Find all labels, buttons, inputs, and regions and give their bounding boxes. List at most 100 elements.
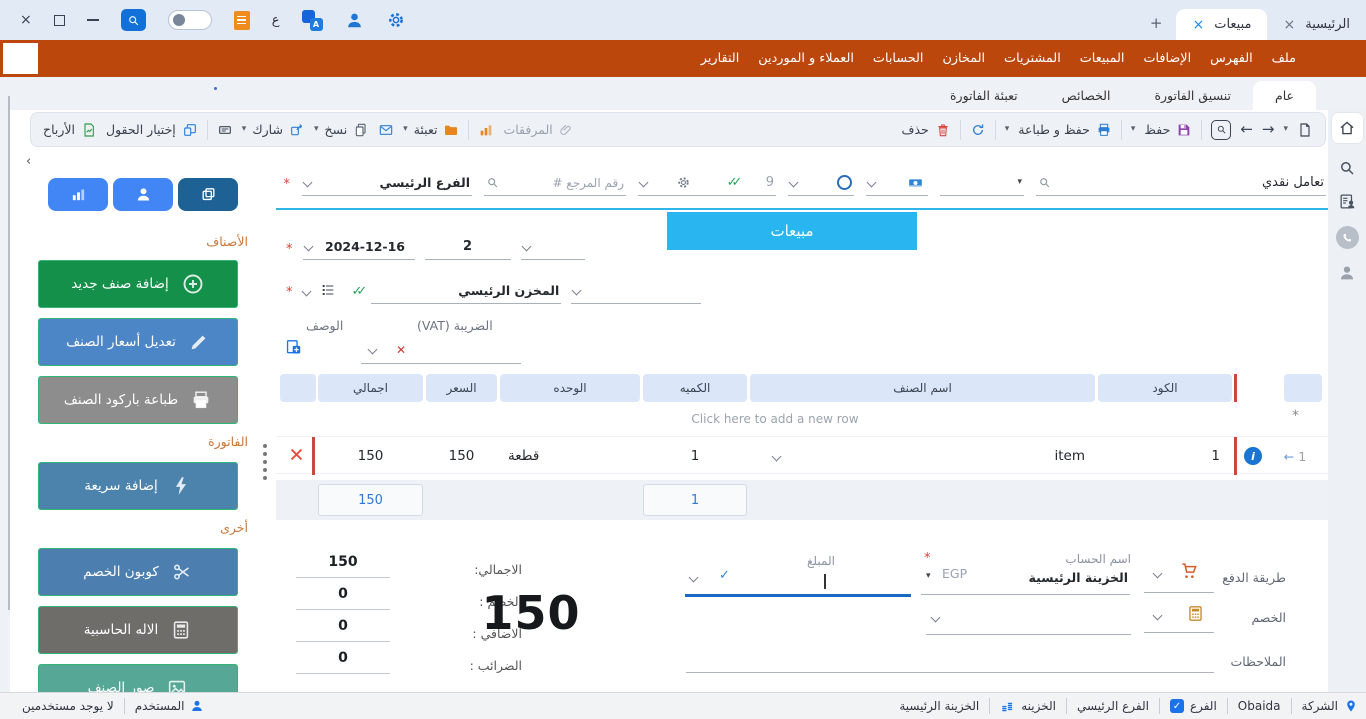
menu-purchases[interactable]: المشتريات	[1004, 51, 1061, 66]
delete-button[interactable]: حذف	[901, 122, 950, 138]
save-dropdown-icon[interactable]: ▾	[1131, 125, 1136, 134]
save-button[interactable]: حفظ	[1144, 122, 1192, 138]
warehouse-extra-select[interactable]	[571, 278, 701, 304]
rail-search-icon[interactable]	[1338, 159, 1356, 177]
add-tax-icon[interactable]	[284, 338, 303, 357]
menu-addons[interactable]: الإضافات	[1143, 51, 1191, 66]
tab-sales[interactable]: مبيعات ×	[1176, 9, 1267, 40]
table-header-unit[interactable]: الوحده	[500, 374, 640, 402]
delete-row-x-icon[interactable]	[284, 446, 308, 463]
attachments-button[interactable]: المرفقات	[503, 122, 572, 137]
status-user[interactable]: المستخدم	[135, 699, 205, 713]
settings-gear-icon[interactable]	[386, 10, 406, 30]
save-print-dropdown-icon[interactable]: ▾	[1005, 125, 1010, 134]
mail-envelope-icon[interactable]	[378, 122, 394, 138]
discount-account-chevron-icon[interactable]	[931, 613, 941, 623]
status-branch[interactable]: الفرع ✓	[1170, 699, 1217, 713]
currency-caret-icon[interactable]: ▾	[926, 572, 931, 581]
items-mini-button[interactable]	[178, 178, 238, 211]
copy-dropdown-icon[interactable]: ▾	[314, 125, 319, 134]
cell-price[interactable]: 150	[426, 437, 497, 475]
global-search-button[interactable]	[121, 9, 146, 31]
forward-arrow-icon[interactable]: →	[1262, 122, 1275, 137]
statistics-chart-icon[interactable]	[478, 122, 494, 138]
payment-method-chevron-icon[interactable]	[1153, 569, 1163, 579]
menu-index[interactable]: الفهرس	[1210, 51, 1253, 66]
table-row[interactable]: 150 150 قطعة 1 item 1 i ← 1	[276, 436, 1328, 474]
new-document-icon[interactable]	[1297, 122, 1313, 138]
branch-select[interactable]: الفرع الرئيسي	[302, 170, 472, 196]
add-new-item-button[interactable]: إضافة صنف جديد	[38, 260, 238, 308]
tax-select-field[interactable]: ✕	[361, 336, 521, 364]
warehouse-field[interactable]: المخزن الرئيسي	[371, 278, 561, 304]
share-dropdown-icon[interactable]: ▾	[242, 125, 247, 134]
customer-search-icon[interactable]	[1038, 176, 1051, 189]
cell-qty[interactable]: 1	[643, 437, 747, 475]
theme-toggle[interactable]	[168, 10, 212, 30]
language-label[interactable]: ع	[272, 13, 280, 28]
add-row-hint[interactable]: Click here to add a new row	[318, 404, 1232, 434]
table-header-qty[interactable]: الكميه	[643, 374, 747, 402]
amount-field-underline[interactable]	[685, 594, 911, 597]
user-icon[interactable]	[345, 11, 364, 30]
menu-accounts[interactable]: الحسابات	[873, 51, 924, 66]
zoom-search-icon[interactable]	[1211, 120, 1231, 140]
device-printer-icon[interactable]	[217, 122, 233, 138]
minimize-icon[interactable]	[87, 19, 99, 21]
rail-invoice-list-icon[interactable]	[1338, 192, 1357, 211]
quick-add-button[interactable]: إضافة سريعة	[38, 462, 238, 510]
price-list-select[interactable]: ▾	[940, 170, 1024, 196]
share-button[interactable]: شارك ▾	[242, 122, 305, 138]
print-item-barcode-button[interactable]: طباعة باركود الصنف	[38, 376, 238, 424]
clear-tax-x-icon[interactable]: ✕	[396, 344, 406, 356]
number-series-select[interactable]	[521, 234, 585, 260]
menu-clients-suppliers[interactable]: العملاء و الموردين	[758, 51, 854, 66]
fill-button[interactable]: تعبئة ▾	[403, 122, 459, 138]
field-gear-icon[interactable]	[676, 175, 691, 190]
save-print-button[interactable]: حفظ و طباعة	[1018, 122, 1112, 138]
reference-search-icon[interactable]	[486, 176, 499, 189]
back-arrow-icon[interactable]: ←	[1240, 122, 1253, 137]
menu-reports[interactable]: التقارير	[701, 51, 740, 66]
tax-status-field[interactable]: 9 ✓✓	[638, 170, 776, 196]
date-field[interactable]: 2024-12-16	[303, 234, 415, 260]
invoice-number-field[interactable]: 2	[425, 234, 511, 260]
maximize-icon[interactable]	[54, 15, 65, 26]
table-header-total[interactable]: اجمالي	[318, 374, 423, 402]
reference-number-field[interactable]: رقم المرجع #	[484, 170, 626, 196]
menu-file[interactable]: ملف	[1272, 51, 1296, 66]
cell-name[interactable]: item	[750, 437, 1085, 475]
calculator-coins-icon[interactable]	[1186, 604, 1205, 623]
amount-check-icon[interactable]: ✓	[719, 568, 730, 583]
discount-coupon-button[interactable]: كوبون الخصم	[38, 548, 238, 596]
menu-list-icon[interactable]	[234, 11, 250, 30]
view-tab-invoice-fill[interactable]: تعبئة الفاتورة	[928, 81, 1040, 110]
customer-field[interactable]: تعامل نقدي	[1036, 170, 1326, 196]
view-tab-invoice-format[interactable]: تنسيق الفاتورة	[1132, 81, 1253, 110]
discount-total-value[interactable]: 0	[296, 586, 390, 610]
close-window-icon[interactable]: ×	[20, 12, 32, 28]
taxes-value[interactable]: 0	[296, 650, 390, 674]
row-info-icon[interactable]: i	[1244, 447, 1262, 465]
view-tab-general[interactable]: عام	[1253, 81, 1316, 110]
calculator-button[interactable]: الاله الحاسبية	[38, 606, 238, 654]
status-treasury[interactable]: الخزينه	[1000, 699, 1056, 714]
rail-user-icon[interactable]	[1338, 264, 1356, 282]
table-header-price[interactable]: السعر	[426, 374, 497, 402]
choose-fields-button[interactable]: إختيار الحقول	[106, 122, 198, 138]
profits-button[interactable]: الأرباح	[43, 122, 97, 138]
table-header-name[interactable]: اسم الصنف	[750, 374, 1095, 402]
additional-value[interactable]: 0	[296, 618, 390, 642]
collapse-sidebar-icon[interactable]: ‹	[26, 154, 31, 169]
edit-item-prices-button[interactable]: تعديل أسعار الصنف	[38, 318, 238, 366]
home-icon[interactable]	[1331, 112, 1364, 144]
customer-mini-button[interactable]	[113, 178, 173, 211]
amount-chevron-icon[interactable]	[689, 573, 699, 583]
status-company[interactable]: الشركة	[1302, 699, 1358, 713]
tab-sales-close-icon[interactable]: ×	[1192, 18, 1204, 32]
currency-value[interactable]: EGP	[942, 566, 967, 581]
cell-total[interactable]: 150	[318, 437, 423, 475]
drag-handle-dots[interactable]	[263, 460, 267, 464]
tab-home[interactable]: الرئيسية ×	[1267, 9, 1366, 40]
item-images-button[interactable]: صور الصنف	[38, 664, 238, 692]
